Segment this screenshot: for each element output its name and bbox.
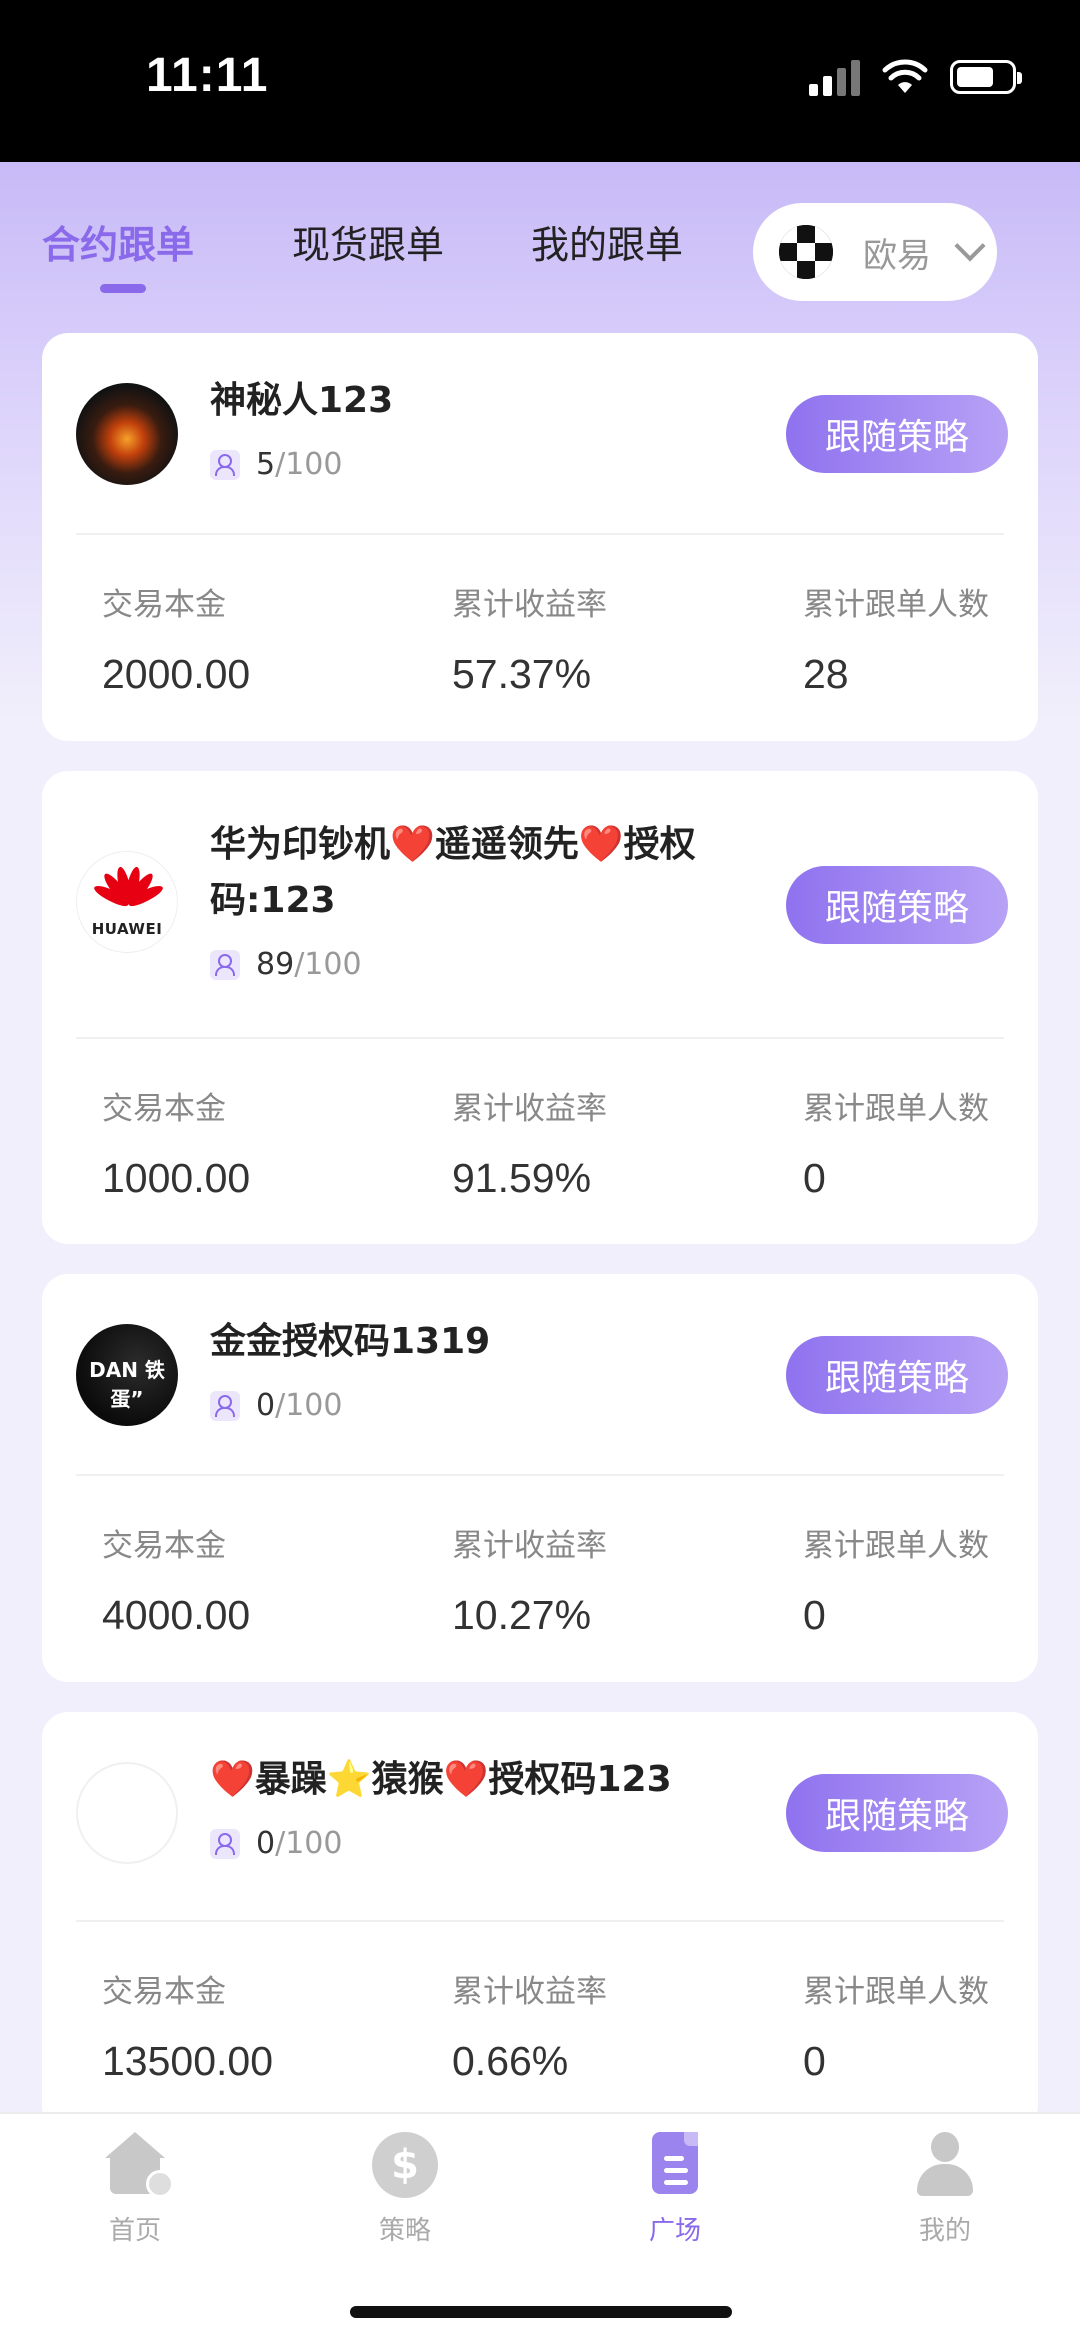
home-icon <box>102 2132 174 2198</box>
divider <box>76 1037 1004 1039</box>
avatar-text: HUAWEI <box>91 920 163 938</box>
principal-label: 交易本金 <box>102 587 226 623</box>
principal-label: 交易本金 <box>102 1091 226 1127</box>
nav-label: 首页 <box>108 2216 161 2246</box>
exchange-select[interactable]: 欧易 <box>753 203 997 301</box>
divider <box>76 1920 1004 1922</box>
follow-strategy-button[interactable]: 跟随策略 <box>786 1336 1008 1414</box>
chevron-down-icon <box>954 230 986 262</box>
return-rate-value: 91.59% <box>452 1155 592 1201</box>
followers-icon <box>210 449 240 480</box>
follow-strategy-button[interactable]: 跟随策略 <box>786 1774 1008 1852</box>
followers-total-value: 0 <box>803 1592 826 1638</box>
nav-label: 广场 <box>648 2216 701 2246</box>
nav-label: 我的 <box>918 2216 971 2246</box>
battery-icon <box>950 60 1022 94</box>
nav-square[interactable]: 广场 <box>605 2132 745 2247</box>
principal-value: 2000.00 <box>102 651 251 697</box>
follower-count: 5/100 <box>210 447 342 482</box>
nav-me[interactable]: 我的 <box>875 2132 1015 2247</box>
strategy-card: ❤️暴躁⭐猿猴❤️授权码123 0/100 跟随策略 交易本金 累计收益率 累计… <box>42 1712 1038 2132</box>
return-rate-value: 57.37% <box>452 651 592 697</box>
followers-icon <box>210 949 240 980</box>
divider <box>76 533 1004 535</box>
avatar-text: DAN 铁蛋” <box>89 1358 165 1411</box>
principal-value: 4000.00 <box>102 1592 251 1638</box>
status-icons <box>809 58 1022 96</box>
home-indicator <box>350 2306 732 2318</box>
user-icon <box>912 2132 978 2198</box>
principal-label: 交易本金 <box>102 1528 226 1564</box>
followers-icon <box>210 1828 240 1859</box>
followers-total-label: 累计跟单人数 <box>803 1974 989 2010</box>
followers-total-value: 28 <box>803 651 849 697</box>
return-rate-value: 10.27% <box>452 1592 592 1638</box>
principal-value: 1000.00 <box>102 1155 251 1201</box>
return-rate-value: 0.66% <box>452 2038 569 2084</box>
follow-strategy-button[interactable]: 跟随策略 <box>786 395 1008 473</box>
status-bar: 11:11 <box>0 0 1080 162</box>
strategy-card: 神秘人123 5/100 跟随策略 交易本金 累计收益率 累计跟单人数 2000… <box>42 333 1038 741</box>
followers-total-value: 0 <box>803 2038 826 2084</box>
trader-name: 华为印钞机❤️遥遥领先❤️授权 码:123 <box>210 824 696 921</box>
follow-strategy-button[interactable]: 跟随策略 <box>786 866 1008 944</box>
okx-logo-icon <box>779 225 833 279</box>
followers-total-label: 累计跟单人数 <box>803 1091 989 1127</box>
document-icon <box>642 2132 708 2198</box>
tab-my-copy[interactable]: 我的跟单 <box>531 214 683 269</box>
wifi-icon <box>882 59 928 93</box>
return-rate-label: 累计收益率 <box>452 587 607 623</box>
trader-avatar: DAN 铁蛋” <box>76 1324 178 1426</box>
tab-contract-copy[interactable]: 合约跟单 <box>42 214 194 269</box>
signal-icon <box>809 58 860 96</box>
status-time: 11:11 <box>146 49 269 102</box>
nav-strategy[interactable]: $ 策略 <box>335 2132 475 2247</box>
exchange-label: 欧易 <box>863 235 931 276</box>
principal-label: 交易本金 <box>102 1974 226 2010</box>
huawei-logo-avatar: HUAWEI <box>76 851 178 953</box>
trader-avatar <box>76 383 178 485</box>
principal-value: 13500.00 <box>102 2038 274 2084</box>
return-rate-label: 累计收益率 <box>452 1974 607 2010</box>
trader-name: 金金授权码1319 <box>210 1321 491 1362</box>
trader-avatar <box>76 1762 178 1864</box>
strategy-card: DAN 铁蛋” 金金授权码1319 0/100 跟随策略 交易本金 累计收益率 … <box>42 1274 1038 1682</box>
strategy-card: HUAWEI 华为印钞机❤️遥遥领先❤️授权 码:123 89/100 跟随策略… <box>42 771 1038 1244</box>
follower-count: 0/100 <box>210 1826 342 1861</box>
followers-total-label: 累计跟单人数 <box>803 587 989 623</box>
divider <box>76 1474 1004 1476</box>
followers-total-value: 0 <box>803 1155 826 1201</box>
trader-name: 神秘人123 <box>210 380 394 421</box>
dollar-icon: $ <box>372 2132 438 2198</box>
return-rate-label: 累计收益率 <box>452 1091 607 1127</box>
tab-spot-copy[interactable]: 现货跟单 <box>292 214 444 269</box>
follower-count: 89/100 <box>210 947 362 982</box>
follower-count: 0/100 <box>210 1388 342 1423</box>
nav-label: 策略 <box>378 2216 431 2246</box>
followers-total-label: 累计跟单人数 <box>803 1528 989 1564</box>
nav-home[interactable]: 首页 <box>65 2132 205 2247</box>
followers-icon <box>210 1390 240 1421</box>
tab-active-indicator <box>100 284 146 293</box>
return-rate-label: 累计收益率 <box>452 1528 607 1564</box>
trader-name: ❤️暴躁⭐猿猴❤️授权码123 <box>210 1759 672 1800</box>
